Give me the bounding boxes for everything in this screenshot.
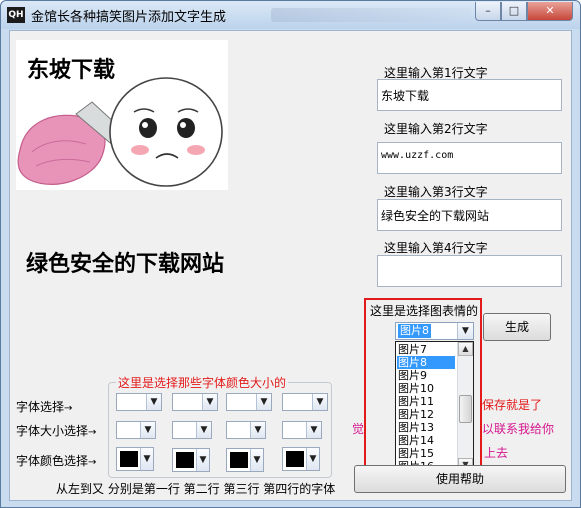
line3-font-select[interactable]: ▼ [226,393,272,411]
line1-font-select[interactable]: ▼ [116,393,162,411]
color-swatch [176,452,194,468]
line3-color-picker[interactable]: ▼ [226,448,264,472]
help-button[interactable]: 使用帮助 [354,465,566,493]
line2-text-input[interactable]: www.uzzf.com [377,142,562,174]
chevron-down-icon[interactable]: ▼ [202,394,217,410]
color-swatch [286,451,304,467]
line3-text-input[interactable]: 绿色安全的下载网站 [377,199,562,231]
line1-text-input[interactable]: 东坡下载 [377,79,562,111]
chevron-down-icon[interactable]: ▼ [196,422,211,438]
client-area: 东坡下载 绿色安全的下载网站 这里输入第1行文字 东坡下载 这里输入第2行文字 … [9,30,572,501]
close-button[interactable]: ✕ [527,2,573,21]
emoji-dropdown-list[interactable]: 图片7 图片8 图片9 图片10 图片11 图片12 图片13 图片14 图片1… [395,341,474,473]
arrow-right-icon: → [88,427,97,438]
font-color-row-label: 字体颜色选择→ [16,452,102,469]
chevron-down-icon[interactable]: ▼ [306,448,319,470]
font-size-row-label: 字体大小选择→ [16,422,102,439]
app-icon: QH [7,7,25,23]
list-item[interactable]: 图片12 [397,408,455,421]
chevron-down-icon[interactable]: ▼ [306,422,321,438]
main-caption-text: 绿色安全的下载网站 [26,251,225,277]
font-group-title: 这里是选择那些字体颜色大小的 [116,374,289,391]
chevron-down-icon[interactable]: ▼ [250,449,263,471]
line4-color-picker[interactable]: ▼ [282,447,320,471]
chevron-down-icon[interactable]: ▼ [256,394,271,410]
chevron-down-icon[interactable]: ▼ [250,422,265,438]
emoji-select-label: 这里是选择图表情的 [370,304,479,318]
meme-face-illustration [17,77,223,187]
emoji-select-value: 图片8 [398,324,431,338]
list-item[interactable]: 图片13 [397,421,455,434]
line1-color-picker[interactable]: ▼ [116,447,154,471]
color-swatch [230,452,248,468]
color-swatch [120,451,138,467]
title-bar[interactable]: QH 金馆长各种搞笑图片添加文字生成 – □ ✕ [1,1,580,29]
line2-font-select[interactable]: ▼ [172,393,218,411]
font-family-label-text: 字体选择 [16,400,65,414]
chevron-down-icon[interactable]: ▼ [196,449,209,471]
line4-text-input[interactable] [377,255,562,287]
font-family-row-label: 字体选择→ [16,398,102,415]
list-item[interactable]: 图片15 [397,447,455,460]
arrow-right-icon: → [88,457,97,468]
minimize-button[interactable]: – [475,2,501,21]
chevron-down-icon[interactable]: ▼ [140,448,153,470]
chevron-down-icon[interactable]: ▼ [140,422,155,438]
font-order-caption: 从左到又 分别是第一行 第二行 第三行 第四行的字体 [56,482,336,496]
line2-color-picker[interactable]: ▼ [172,448,210,472]
emoji-select-panel: 这里是选择图表情的 图片8 ▼ 图片7 图片8 图片9 图片10 图片11 图片… [364,298,482,475]
chevron-down-icon[interactable]: ▼ [146,394,161,410]
line2-size-select[interactable]: ▼ [172,421,212,439]
hint-text-line3-right: 上去 [484,446,509,460]
list-item-selected[interactable]: 图片8 [397,356,455,369]
arrow-right-icon: → [64,403,73,414]
scroll-thumb[interactable] [459,395,472,423]
font-size-label-text: 字体大小选择 [16,424,89,438]
font-color-label-text: 字体颜色选择 [16,454,89,468]
line2-label: 这里输入第2行文字 [384,122,488,136]
list-item[interactable]: 图片11 [397,395,455,408]
line1-size-select[interactable]: ▼ [116,421,156,439]
hint-text-line1-right: 保存就是了 [482,398,543,412]
generate-button[interactable]: 生成 [483,313,551,341]
title-bar-background-blur [271,8,471,22]
window-title: 金馆长各种搞笑图片添加文字生成 [31,10,227,25]
list-item[interactable]: 图片9 [397,369,455,382]
list-item[interactable]: 图片14 [397,434,455,447]
line4-size-select[interactable]: ▼ [282,421,322,439]
line4-label: 这里输入第4行文字 [384,241,488,255]
cartoon-face-icon [109,77,223,187]
line3-label: 这里输入第3行文字 [384,185,488,199]
list-item[interactable]: 图片10 [397,382,455,395]
dropdown-scrollbar[interactable]: ▲ ▼ [457,342,473,472]
scroll-up-icon[interactable]: ▲ [458,342,473,356]
preview-image: 东坡下载 [16,40,228,190]
line4-font-select[interactable]: ▼ [282,393,328,411]
chevron-down-icon[interactable]: ▼ [312,394,327,410]
app-window: QH 金馆长各种搞笑图片添加文字生成 – □ ✕ 东坡下载 绿色安全的下载网站 … [0,0,581,508]
emoji-select[interactable]: 图片8 ▼ [395,322,474,340]
list-item[interactable]: 图片7 [397,343,455,356]
chevron-down-icon[interactable]: ▼ [457,323,473,339]
line3-size-select[interactable]: ▼ [226,421,266,439]
maximize-button[interactable]: □ [501,2,527,21]
hint-text-line2-right: 以联系我给你 [482,422,555,436]
